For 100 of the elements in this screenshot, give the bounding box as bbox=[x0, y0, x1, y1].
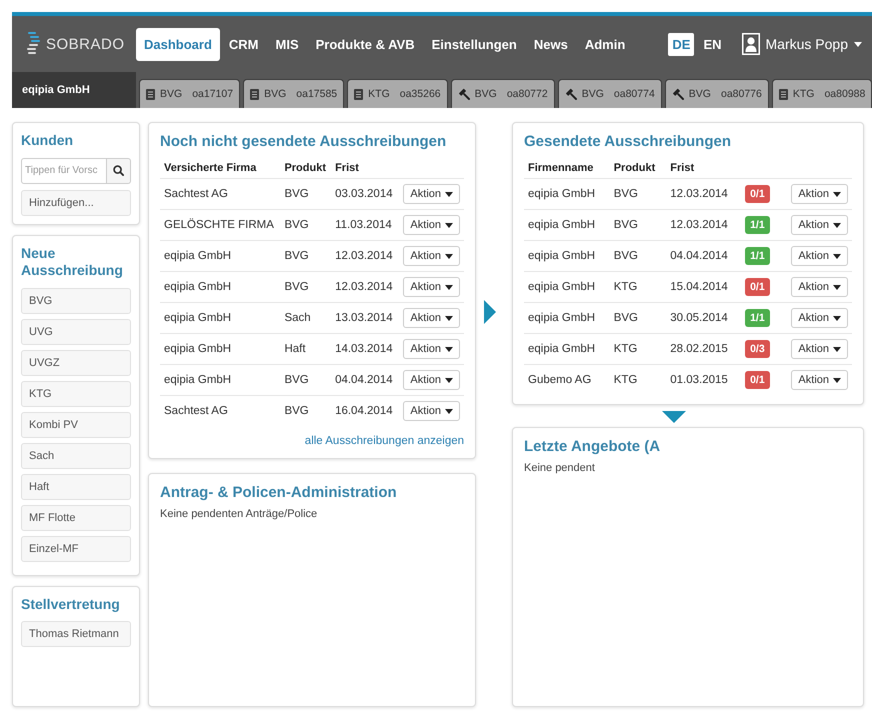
table-cell: 04.04.2014 bbox=[331, 364, 398, 396]
action-button[interactable]: Aktion bbox=[791, 308, 848, 328]
action-button[interactable]: Aktion bbox=[791, 277, 848, 297]
table-cell: 12.03.2014 bbox=[331, 240, 398, 272]
table-cell: KTG bbox=[610, 272, 666, 302]
table-cell: KTG bbox=[610, 364, 666, 395]
product-button[interactable]: Haft bbox=[21, 474, 131, 500]
caret-icon bbox=[833, 254, 841, 258]
table-cell: BVG bbox=[280, 364, 332, 396]
recent-tab[interactable]: BVG oa17585 bbox=[243, 79, 344, 108]
caret-icon bbox=[445, 222, 453, 228]
search-field[interactable]: Tippen für Vorsc bbox=[21, 158, 107, 184]
action-button[interactable]: Aktion bbox=[403, 184, 460, 204]
action-button[interactable]: Aktion bbox=[403, 370, 460, 390]
table-cell: BVG bbox=[280, 272, 332, 302]
recent-tab[interactable]: KTG oa35266 bbox=[347, 79, 448, 108]
status-badge: 0/1 bbox=[745, 185, 770, 203]
status-badge: 1/1 bbox=[745, 216, 770, 234]
recent-tab[interactable]: BVG oa80776 bbox=[664, 79, 769, 108]
table-cell: eqipia GmbH bbox=[160, 364, 280, 396]
status-badge: 1/1 bbox=[745, 247, 770, 265]
table-cell: eqipia GmbH bbox=[524, 210, 610, 240]
status-badge: 0/1 bbox=[745, 371, 770, 389]
show-all-link[interactable]: alle Ausschreibungen anzeigen bbox=[304, 435, 464, 447]
action-button[interactable]: Aktion bbox=[791, 246, 848, 266]
product-button[interactable]: UVG bbox=[21, 318, 131, 344]
product-button[interactable]: Einzel-MF bbox=[21, 536, 131, 562]
action-button[interactable]: Aktion bbox=[791, 215, 848, 235]
recent-tab[interactable]: BVG oa17107 bbox=[139, 79, 240, 108]
caret-icon bbox=[445, 192, 453, 196]
action-button[interactable]: Aktion bbox=[791, 370, 848, 390]
table-cell: eqipia GmbH bbox=[524, 240, 610, 272]
recent-tab[interactable]: KTG oa80988 bbox=[772, 79, 872, 108]
action-button[interactable]: Aktion bbox=[791, 184, 848, 204]
table-cell: eqipia GmbH bbox=[524, 178, 610, 210]
search-icon bbox=[113, 165, 124, 176]
recent-tab[interactable]: BVG oa80774 bbox=[558, 79, 662, 108]
arrow-down-icon bbox=[662, 411, 686, 423]
logo-text: SOBRADO bbox=[46, 36, 125, 52]
deputy-item[interactable]: Thomas Rietmann bbox=[21, 621, 131, 647]
user-icon bbox=[742, 33, 760, 55]
table-cell: eqipia GmbH bbox=[160, 334, 280, 364]
action-button[interactable]: Aktion bbox=[403, 339, 460, 359]
status-badge: 0/3 bbox=[745, 340, 770, 358]
search-button[interactable] bbox=[107, 158, 131, 184]
caret-icon bbox=[854, 42, 862, 46]
table-cell: Sachtest AG bbox=[160, 396, 280, 426]
product-button[interactable]: Kombi PV bbox=[21, 412, 131, 438]
column-header: Firmenname bbox=[524, 158, 610, 178]
table-cell: 04.04.2014 bbox=[666, 240, 742, 272]
table-cell: GELÖSCHTE FIRMA bbox=[160, 210, 280, 240]
caret-icon bbox=[833, 284, 841, 290]
list-icon bbox=[250, 88, 260, 100]
table-cell: BVG bbox=[280, 240, 332, 272]
product-button[interactable]: MF Flotte bbox=[21, 504, 131, 530]
nav-item[interactable]: MIS bbox=[268, 28, 307, 60]
language-option[interactable]: DE bbox=[668, 32, 694, 56]
table-cell: 16.04.2014 bbox=[331, 396, 398, 426]
action-button[interactable]: Aktion bbox=[403, 215, 460, 235]
column-header: Frist bbox=[666, 158, 742, 178]
nav-item[interactable]: News bbox=[526, 28, 576, 60]
table-cell: eqipia GmbH bbox=[160, 272, 280, 302]
gavel-icon bbox=[564, 88, 577, 100]
product-button[interactable]: BVG bbox=[21, 288, 131, 314]
nav-item[interactable]: Admin bbox=[576, 28, 634, 60]
table-cell: BVG bbox=[610, 178, 666, 210]
nav-item[interactable]: Einstellungen bbox=[424, 28, 525, 60]
caret-icon bbox=[445, 408, 453, 414]
user-menu[interactable]: Markus Popp bbox=[742, 33, 862, 55]
table-cell: 11.03.2014 bbox=[331, 210, 398, 240]
caret-icon bbox=[833, 222, 841, 228]
caret-icon bbox=[445, 316, 453, 320]
action-button[interactable]: Aktion bbox=[403, 246, 460, 266]
table-cell: KTG bbox=[610, 334, 666, 364]
caret-icon bbox=[833, 346, 841, 352]
action-button[interactable]: Aktion bbox=[403, 308, 460, 328]
action-button[interactable]: Aktion bbox=[403, 401, 460, 421]
product-button[interactable]: Sach bbox=[21, 442, 131, 468]
nav-item[interactable]: Produkte & AVB bbox=[308, 28, 423, 60]
language-option[interactable]: EN bbox=[699, 32, 726, 56]
action-button[interactable]: Aktion bbox=[791, 339, 848, 359]
nav-item[interactable]: Dashboard bbox=[136, 28, 220, 60]
gavel-icon bbox=[672, 88, 684, 100]
panel-title: Noch nicht gesendete Ausschreibungen bbox=[160, 133, 448, 150]
product-button[interactable]: UVGZ bbox=[21, 350, 131, 376]
table-cell: BVG bbox=[610, 240, 666, 272]
table-cell: Sachtest AG bbox=[160, 178, 280, 210]
table-cell: 14.03.2014 bbox=[331, 334, 398, 364]
panel-title: Letzte Angebote (A bbox=[524, 438, 662, 455]
recent-tab[interactable]: BVG oa80772 bbox=[450, 79, 555, 108]
table-cell: Sach bbox=[280, 302, 332, 334]
action-button[interactable]: Aktion bbox=[403, 277, 460, 297]
add-customer-button[interactable]: Hinzufügen... bbox=[21, 190, 131, 216]
table-cell: eqipia GmbH bbox=[160, 240, 280, 272]
table-cell: 03.03.2014 bbox=[331, 178, 398, 210]
caret-icon bbox=[445, 378, 453, 382]
product-button[interactable]: KTG bbox=[21, 380, 131, 406]
nav-item[interactable]: CRM bbox=[220, 28, 267, 60]
list-icon bbox=[778, 88, 788, 100]
arrow-right-icon bbox=[484, 300, 496, 324]
